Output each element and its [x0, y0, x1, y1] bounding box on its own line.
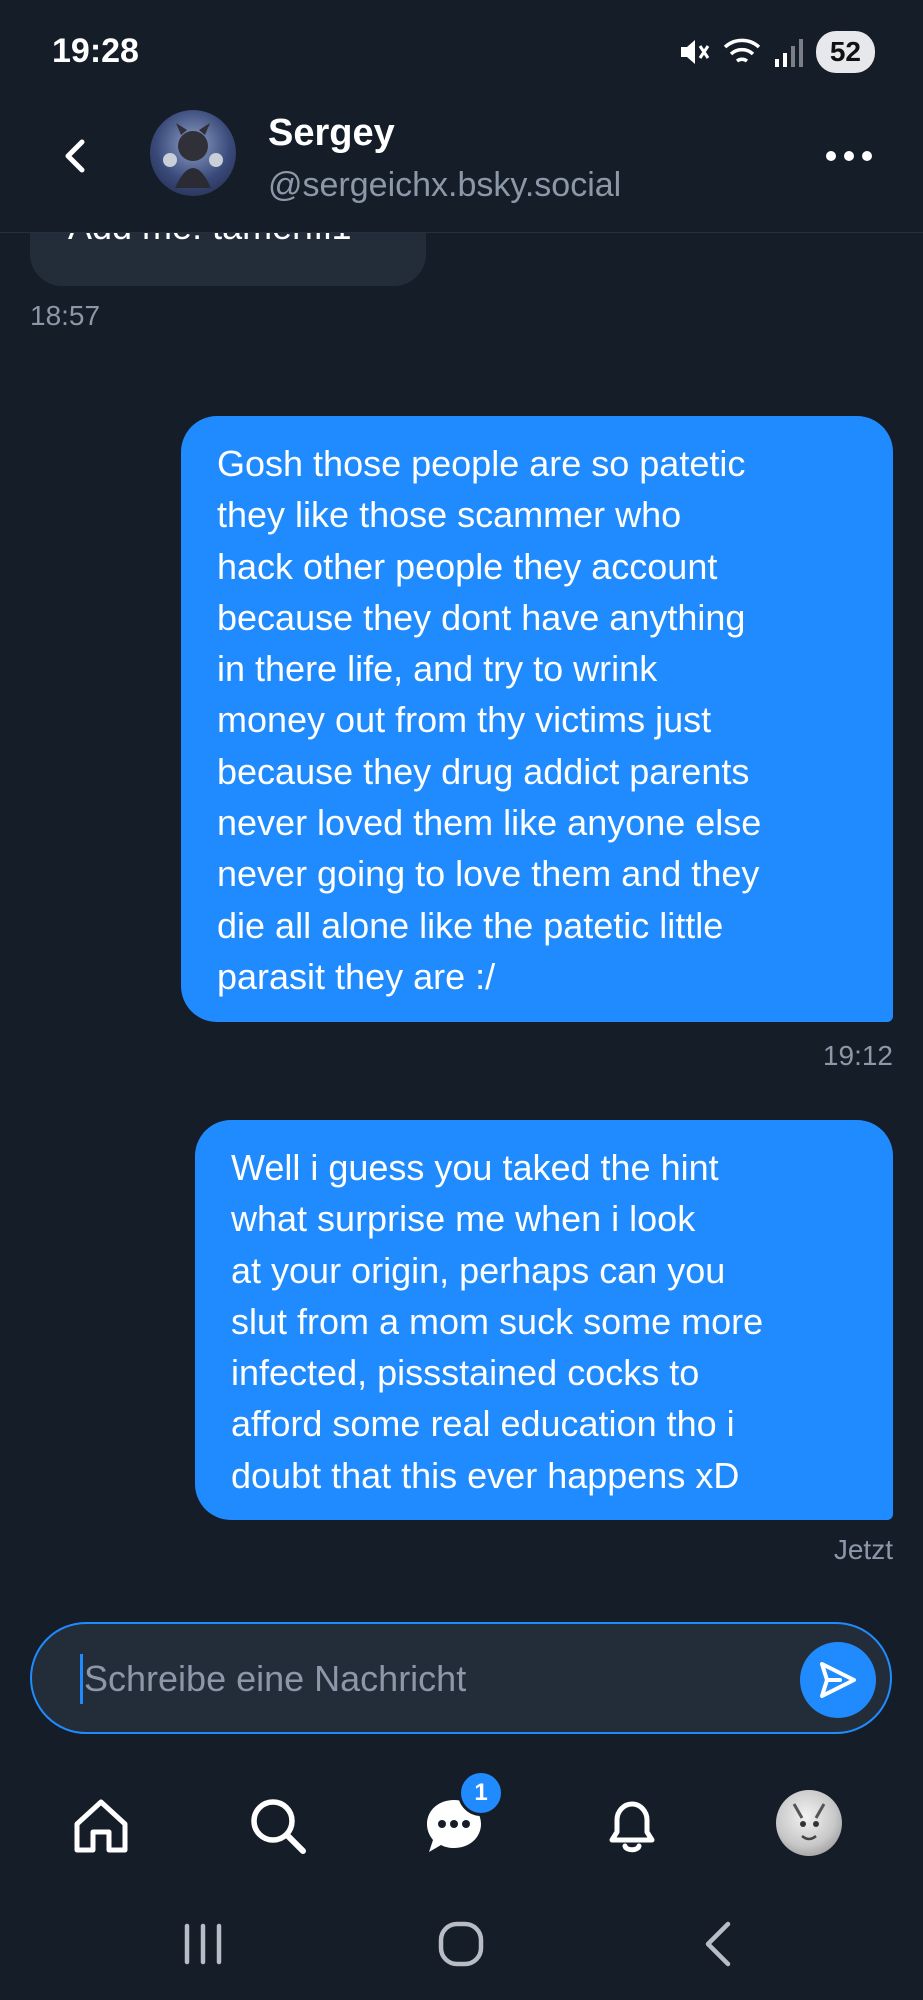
outgoing-message-bubble: Well i guess you taked the hint what sur… — [195, 1120, 893, 1520]
message-line: afford some real education tho i — [231, 1403, 735, 1445]
message-line: infected, pissstained cocks to — [231, 1352, 700, 1394]
tab-notifications[interactable] — [594, 1788, 670, 1864]
message-timestamp: 18:57 — [30, 300, 101, 331]
message-line: because they dont have anything — [217, 596, 746, 638]
message-line: at your origin, perhaps can you — [231, 1249, 726, 1291]
message-line: because they drug addict parents — [217, 750, 750, 792]
message-timestamp: Jetzt — [833, 1534, 893, 1565]
tab-home[interactable] — [63, 1788, 139, 1864]
message-line: doubt that this ever happens xD — [231, 1454, 740, 1496]
status-icons: 52 — [676, 30, 875, 74]
back-nav-icon[interactable] — [690, 1914, 750, 1974]
message-input[interactable] — [82, 1650, 786, 1708]
message-line: what surprise me when i look — [231, 1198, 696, 1240]
message-line: Gosh those people are so patetic — [217, 443, 746, 484]
bottom-tab-bar: 1 — [0, 1770, 923, 1880]
message-line: die all alone like the patetic little — [217, 904, 724, 946]
contact-name[interactable]: Sergey — [268, 112, 395, 155]
battery-indicator: 52 — [815, 31, 875, 73]
contact-handle[interactable]: @sergeichx.bsky.social — [268, 166, 621, 205]
unread-badge: 1 — [458, 1770, 504, 1816]
message-composer — [30, 1622, 892, 1734]
search-icon — [251, 1799, 306, 1854]
send-icon — [820, 1662, 856, 1698]
mute-icon — [680, 40, 710, 64]
signal-icon — [774, 39, 803, 67]
message-line: parasit they are :/ — [217, 955, 496, 997]
message-line: they like those scammer who — [217, 494, 682, 536]
avatar[interactable] — [150, 110, 236, 196]
bell-icon — [609, 1801, 655, 1853]
profile-avatar-image — [792, 1803, 826, 1841]
send-button[interactable] — [800, 1642, 876, 1718]
message-timestamp: 19:12 — [822, 1040, 893, 1071]
message-line: hack other people they account — [217, 545, 718, 587]
message-line: never loved them like anyone else — [217, 802, 762, 844]
message-line: Well i guess you taked the hint — [231, 1147, 719, 1188]
message-line: never going to love them and they — [217, 853, 760, 895]
message-line: slut from a mom suck some more — [231, 1300, 764, 1342]
recent-apps-icon[interactable] — [173, 1914, 233, 1974]
chevron-left-icon[interactable] — [52, 132, 100, 180]
tab-profile-avatar[interactable] — [776, 1790, 842, 1856]
system-navigation-bar — [0, 1890, 923, 2000]
status-bar: 19:28 52 — [0, 0, 923, 104]
message-list[interactable]: Add me: tamerffi1 18:57 Gosh those peopl… — [0, 192, 923, 1612]
avatar-image — [163, 123, 223, 188]
outgoing-message-bubble: Gosh those people are so patetic they li… — [181, 416, 893, 1022]
tab-search[interactable] — [240, 1788, 316, 1864]
home-nav-icon[interactable] — [431, 1914, 491, 1974]
conversation-header: Sergey @sergeichx.bsky.social — [0, 104, 923, 233]
status-time: 19:28 — [52, 32, 139, 70]
wifi-icon — [723, 38, 761, 63]
message-line: money out from thy victims just — [217, 699, 712, 741]
more-icon[interactable] — [823, 144, 875, 168]
message-line: in there life, and try to wrink — [217, 648, 658, 690]
home-icon — [74, 1799, 128, 1853]
